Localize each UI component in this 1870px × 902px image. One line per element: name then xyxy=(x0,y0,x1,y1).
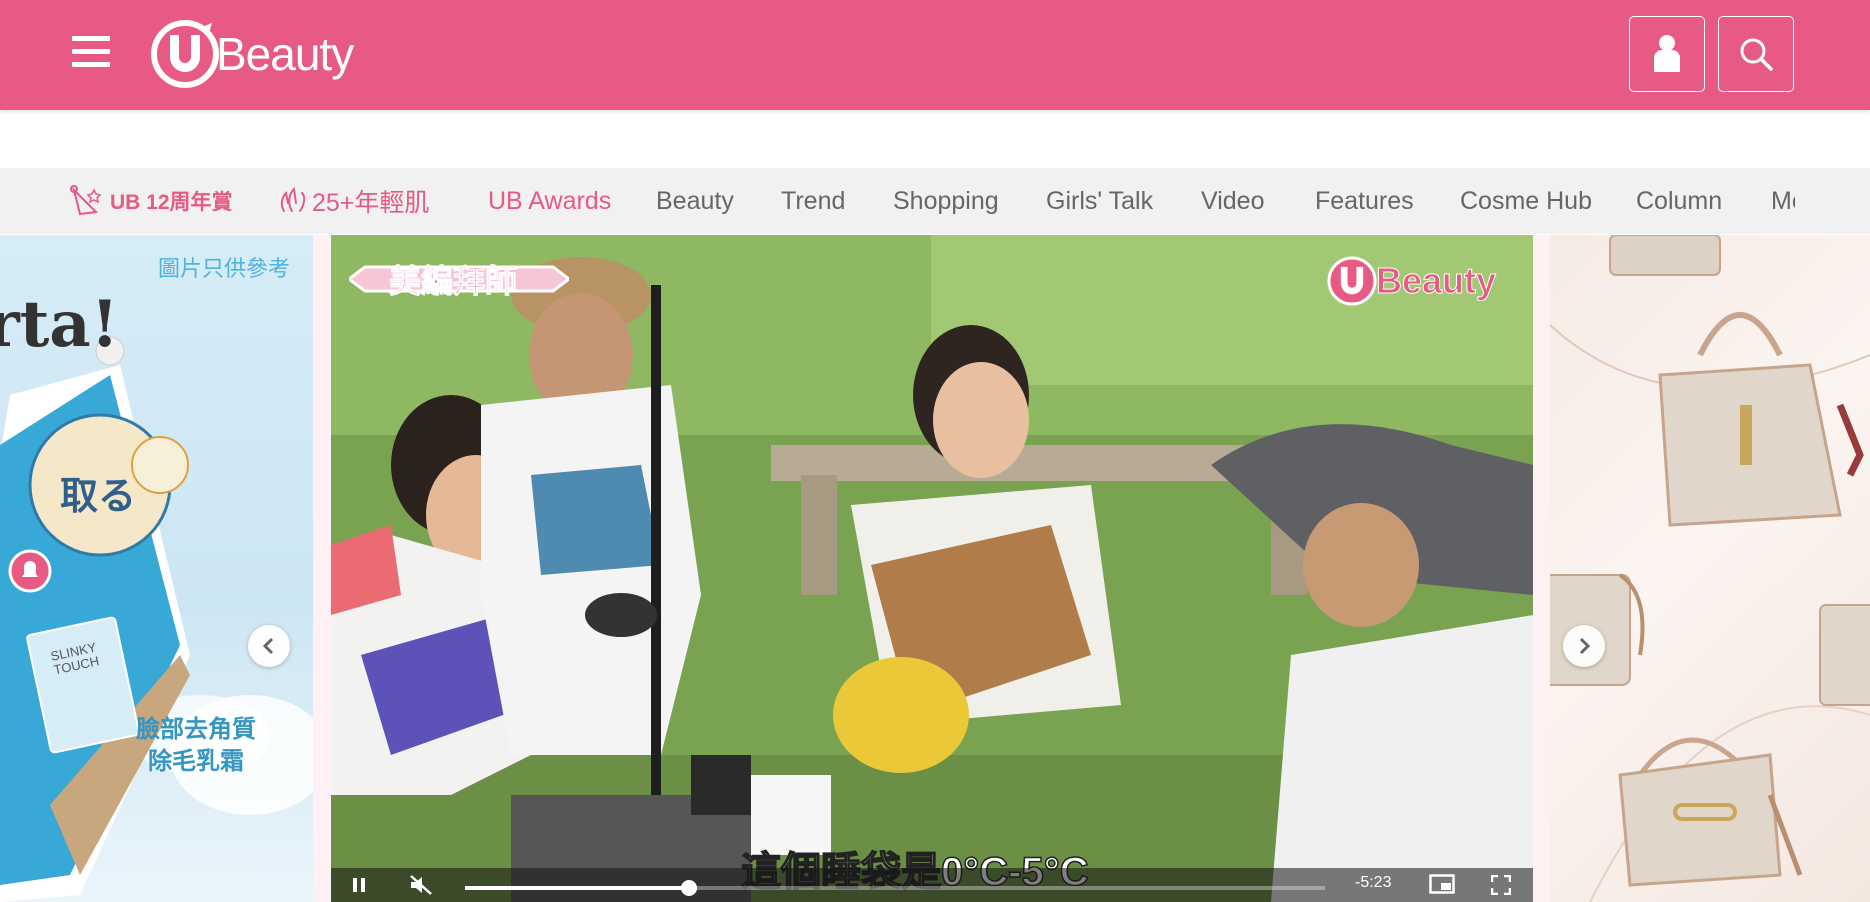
ad-headline: rta! xyxy=(0,287,119,362)
nav-item-column[interactable]: Column xyxy=(1636,168,1722,234)
ad-tube-label: 取る xyxy=(60,476,137,518)
logo-text: Beauty xyxy=(216,28,354,80)
nav-item-cosme-hub[interactable]: Cosme Hub xyxy=(1460,168,1592,234)
hands-icon xyxy=(280,186,306,212)
ad-gap-left xyxy=(313,235,331,902)
nav-item-beauty[interactable]: Beauty xyxy=(656,168,734,234)
ad-disclaimer: 圖片只供參考 xyxy=(158,256,291,281)
progress-track[interactable] xyxy=(465,880,1325,896)
site-header: Beauty xyxy=(0,0,1870,110)
chevron-left-icon xyxy=(262,637,274,655)
nav-item-trend[interactable]: Trend xyxy=(781,168,845,234)
video-controls: -5:23 xyxy=(331,868,1533,902)
nav-item-girls-talk[interactable]: Girls' Talk xyxy=(1046,168,1153,234)
progress-fill xyxy=(465,886,689,890)
ad-product-line1: 臉部去角質 xyxy=(136,716,256,743)
video-player[interactable]: 美編拜師 Beauty 這個睡袋是0°C-5°C xyxy=(331,235,1533,902)
time-remaining: -5:23 xyxy=(1355,874,1392,891)
nav-item-ub-awards[interactable]: UB Awards xyxy=(488,168,611,234)
mute-button[interactable] xyxy=(409,874,435,898)
main-nav: UB 12周年賞 25+年輕肌 UB Awards Beauty Trend S… xyxy=(0,168,1870,234)
video-badge: 美編拜師 xyxy=(349,257,569,301)
site-logo[interactable]: Beauty xyxy=(150,18,354,90)
party-hat-icon xyxy=(70,185,102,216)
user-icon xyxy=(1654,35,1680,72)
nav-item-25-young-skin[interactable]: 25+年輕肌 xyxy=(278,168,429,234)
hamburger-menu-icon[interactable] xyxy=(72,36,110,68)
ad-product-line2: 除毛乳霜 xyxy=(148,748,244,775)
watermark-u-icon xyxy=(1327,256,1377,306)
search-icon xyxy=(1740,38,1773,71)
pause-icon xyxy=(353,878,365,892)
muted-speaker-icon xyxy=(410,875,432,895)
nav-item-video[interactable]: Video xyxy=(1201,168,1265,234)
nav-item-shopping[interactable]: Shopping xyxy=(893,168,999,234)
ad-next-button[interactable] xyxy=(1563,625,1605,667)
left-ad-banner[interactable]: 圖片只供參考 rta! 取る SLINKY TOUCH 臉部去角質 除毛乳霜 xyxy=(0,235,313,902)
pip-button[interactable] xyxy=(1429,874,1457,896)
search-button[interactable] xyxy=(1718,16,1794,92)
right-ad-banner[interactable] xyxy=(1550,235,1870,902)
fullscreen-icon xyxy=(1490,874,1512,896)
picture-in-picture-icon xyxy=(1429,874,1455,894)
nav-item-more[interactable]: Mo xyxy=(1771,168,1795,234)
ad-gap-right xyxy=(1533,235,1551,902)
logo-u-icon xyxy=(151,20,219,88)
account-button[interactable] xyxy=(1629,16,1705,92)
nav-item-features[interactable]: Features xyxy=(1315,168,1414,234)
ad-prev-button[interactable] xyxy=(248,625,290,667)
nav-item-ub-anniversary[interactable]: UB 12周年賞 xyxy=(70,168,233,234)
chevron-right-icon xyxy=(1579,637,1591,655)
video-watermark: Beauty xyxy=(1326,255,1497,307)
video-frame xyxy=(331,235,1533,902)
right-ad-art xyxy=(1550,235,1870,902)
progress-handle[interactable] xyxy=(680,880,697,896)
fullscreen-button[interactable] xyxy=(1490,874,1513,897)
pause-button[interactable] xyxy=(351,876,371,896)
